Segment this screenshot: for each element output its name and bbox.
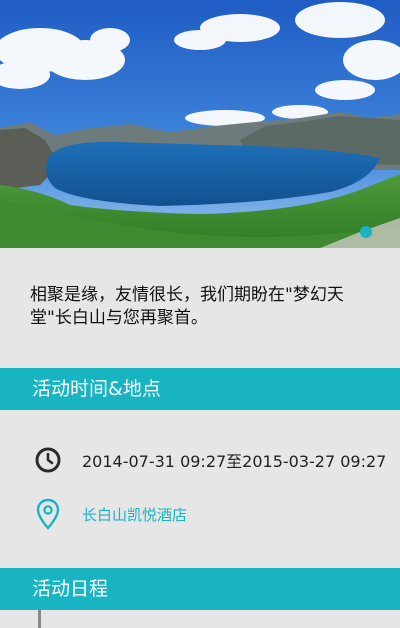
event-time-text: 2014-07-31 09:27至2015-03-27 09:27 bbox=[82, 452, 387, 471]
event-location-link[interactable]: 长白山凯悦酒店 bbox=[82, 504, 187, 525]
event-location-row[interactable]: 长白山凯悦酒店 bbox=[0, 496, 400, 532]
schedule-timeline bbox=[38, 610, 41, 628]
landscape-image bbox=[0, 0, 400, 248]
section-header-schedule: 活动日程 bbox=[0, 568, 400, 610]
event-info: 2014-07-31 09:27至2015-03-27 09:27 长白山凯悦酒… bbox=[0, 410, 400, 568]
carousel-indicator[interactable] bbox=[360, 226, 372, 238]
event-time-row: 2014-07-31 09:27至2015-03-27 09:27 bbox=[0, 442, 400, 478]
banner-image[interactable] bbox=[0, 0, 400, 248]
section-header-time-place: 活动时间&地点 bbox=[0, 368, 400, 410]
location-pin-icon bbox=[30, 496, 66, 532]
carousel-dot-active[interactable] bbox=[360, 226, 372, 238]
clock-icon bbox=[30, 442, 66, 478]
intro-text: 相聚是缘，友情很长，我们期盼在"梦幻天堂"长白山与您再聚首。 bbox=[30, 285, 344, 328]
